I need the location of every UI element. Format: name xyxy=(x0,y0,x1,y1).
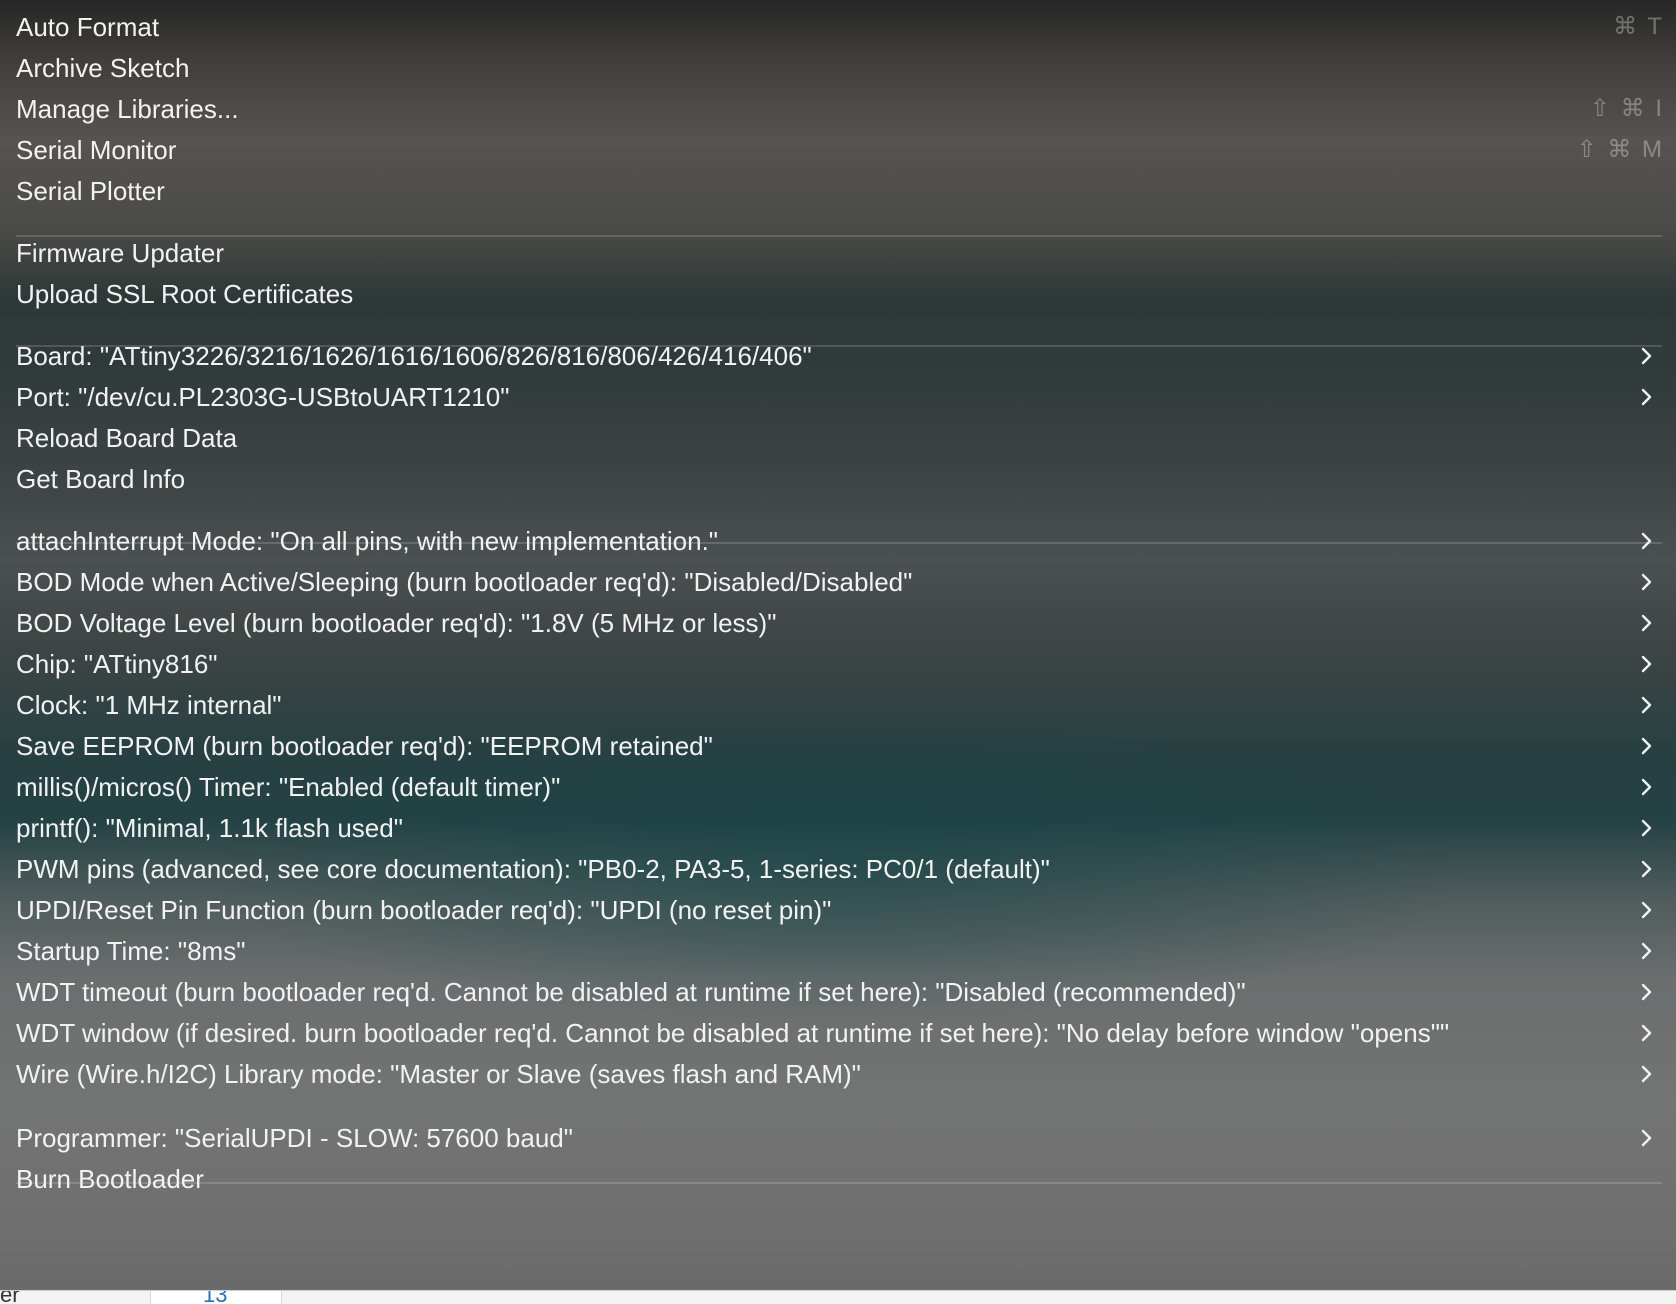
menu-item-burn-bootloader[interactable]: Burn Bootloader xyxy=(16,1157,1676,1201)
menu-item-wire-library-mode[interactable]: Wire (Wire.h/I2C) Library mode: "Master … xyxy=(16,1052,1676,1096)
menu-item-label: Auto Format xyxy=(16,12,160,42)
menu-item-label: Serial Plotter xyxy=(16,176,165,206)
menu-item-pwm-pins[interactable]: PWM pins (advanced, see core documentati… xyxy=(16,847,1676,891)
menu-item-serial-plotter[interactable]: Serial Plotter xyxy=(16,169,1676,213)
chevron-right-icon xyxy=(1641,1065,1652,1083)
menu-item-label: Save EEPROM (burn bootloader req'd): "EE… xyxy=(16,731,713,761)
menu-item-attach-interrupt-mode[interactable]: attachInterrupt Mode: "On all pins, with… xyxy=(16,519,1676,563)
menu-item-startup-time[interactable]: Startup Time: "8ms" xyxy=(16,929,1676,973)
menu-item-label: Startup Time: "8ms" xyxy=(16,936,246,966)
menu-item-bod-mode[interactable]: BOD Mode when Active/Sleeping (burn boot… xyxy=(16,560,1676,604)
menu-item-label: Upload SSL Root Certificates xyxy=(16,279,354,309)
menu-item-millis-micros-timer[interactable]: millis()/micros() Timer: "Enabled (defau… xyxy=(16,765,1676,809)
menu-item-updi-reset-pin-function[interactable]: UPDI/Reset Pin Function (burn bootloader… xyxy=(16,888,1676,932)
chevron-right-icon xyxy=(1641,942,1652,960)
menu-item-port[interactable]: Port: "/dev/cu.PL2303G-USBtoUART1210" xyxy=(16,375,1676,419)
menu-item-label: WDT timeout (burn bootloader req'd. Cann… xyxy=(16,977,1246,1007)
menu-item-programmer[interactable]: Programmer: "SerialUPDI - SLOW: 57600 ba… xyxy=(16,1116,1676,1160)
menu-item-label: BOD Voltage Level (burn bootloader req'd… xyxy=(16,608,777,638)
chevron-right-icon xyxy=(1641,696,1652,714)
menu-item-wdt-window[interactable]: WDT window (if desired. burn bootloader … xyxy=(16,1011,1676,1055)
chevron-right-icon xyxy=(1641,573,1652,591)
chevron-right-icon xyxy=(1641,1129,1652,1147)
menu-item-label: Reload Board Data xyxy=(16,423,238,453)
menu-item-label: Port: "/dev/cu.PL2303G-USBtoUART1210" xyxy=(16,382,510,412)
menu-item-label: Board: "ATtiny3226/3216/1626/1616/1606/8… xyxy=(16,341,812,371)
menu-item-board[interactable]: Board: "ATtiny3226/3216/1626/1616/1606/8… xyxy=(16,334,1676,378)
menu-item-serial-monitor[interactable]: Serial Monitor ⇧ ⌘ M xyxy=(16,128,1676,172)
menu-item-label: WDT window (if desired. burn bootloader … xyxy=(16,1018,1450,1048)
menu-item-manage-libraries[interactable]: Manage Libraries... ⇧ ⌘ I xyxy=(16,87,1676,131)
background-editor-strip: er 13 xyxy=(0,1290,1676,1304)
chevron-right-icon xyxy=(1641,860,1652,878)
menu-item-label: Burn Bootloader xyxy=(16,1164,204,1194)
keyboard-shortcut: ⇧ ⌘ M xyxy=(1576,136,1664,163)
chevron-right-icon xyxy=(1641,819,1652,837)
menu-item-auto-format[interactable]: Auto Format ⌘ T xyxy=(16,5,1676,49)
menu-item-chip[interactable]: Chip: "ATtiny816" xyxy=(16,642,1676,686)
menu-item-get-board-info[interactable]: Get Board Info xyxy=(16,457,1676,501)
menu-item-label: Firmware Updater xyxy=(16,238,225,268)
menu-item-label: Serial Monitor xyxy=(16,135,177,165)
menu-item-reload-board-data[interactable]: Reload Board Data xyxy=(16,416,1676,460)
menu-item-label: UPDI/Reset Pin Function (burn bootloader… xyxy=(16,895,832,925)
chevron-right-icon xyxy=(1641,901,1652,919)
menu-item-label: millis()/micros() Timer: "Enabled (defau… xyxy=(16,772,561,802)
menu-item-archive-sketch[interactable]: Archive Sketch xyxy=(16,46,1676,90)
chevron-right-icon xyxy=(1641,983,1652,1001)
chevron-right-icon xyxy=(1641,614,1652,632)
tools-dropdown-menu: Auto Format ⌘ T Archive Sketch Manage Li… xyxy=(0,0,1676,1290)
menu-item-label: Manage Libraries... xyxy=(16,94,239,124)
chevron-right-icon xyxy=(1641,532,1652,550)
menu-item-label: PWM pins (advanced, see core documentati… xyxy=(16,854,1050,884)
menu-item-wdt-timeout[interactable]: WDT timeout (burn bootloader req'd. Cann… xyxy=(16,970,1676,1014)
menu-item-label: Wire (Wire.h/I2C) Library mode: "Master … xyxy=(16,1059,861,1089)
menu-item-label: BOD Mode when Active/Sleeping (burn boot… xyxy=(16,567,913,597)
chevron-right-icon xyxy=(1641,737,1652,755)
background-line-number: 13 xyxy=(203,1290,228,1304)
keyboard-shortcut: ⇧ ⌘ I xyxy=(1589,95,1664,122)
menu-item-label: Chip: "ATtiny816" xyxy=(16,649,218,679)
chevron-right-icon xyxy=(1641,388,1652,406)
menu-item-label: Programmer: "SerialUPDI - SLOW: 57600 ba… xyxy=(16,1123,573,1153)
chevron-right-icon xyxy=(1641,347,1652,365)
keyboard-shortcut: ⌘ T xyxy=(1613,13,1664,40)
menu-item-save-eeprom[interactable]: Save EEPROM (burn bootloader req'd): "EE… xyxy=(16,724,1676,768)
menu-item-bod-voltage-level[interactable]: BOD Voltage Level (burn bootloader req'd… xyxy=(16,601,1676,645)
menu-item-label: Archive Sketch xyxy=(16,53,190,83)
menu-item-label: Get Board Info xyxy=(16,464,186,494)
chevron-right-icon xyxy=(1641,778,1652,796)
chevron-right-icon xyxy=(1641,1024,1652,1042)
menu-item-label: printf(): "Minimal, 1.1k flash used" xyxy=(16,813,403,843)
menu-item-firmware-updater[interactable]: Firmware Updater xyxy=(16,231,1676,275)
background-edge-text: er xyxy=(0,1290,20,1304)
menu-item-label: attachInterrupt Mode: "On all pins, with… xyxy=(16,526,719,556)
menu-item-printf[interactable]: printf(): "Minimal, 1.1k flash used" xyxy=(16,806,1676,850)
menu-item-upload-ssl-root-certificates[interactable]: Upload SSL Root Certificates xyxy=(16,272,1676,316)
menu-item-label: Clock: "1 MHz internal" xyxy=(16,690,282,720)
chevron-right-icon xyxy=(1641,655,1652,673)
menu-item-clock[interactable]: Clock: "1 MHz internal" xyxy=(16,683,1676,727)
